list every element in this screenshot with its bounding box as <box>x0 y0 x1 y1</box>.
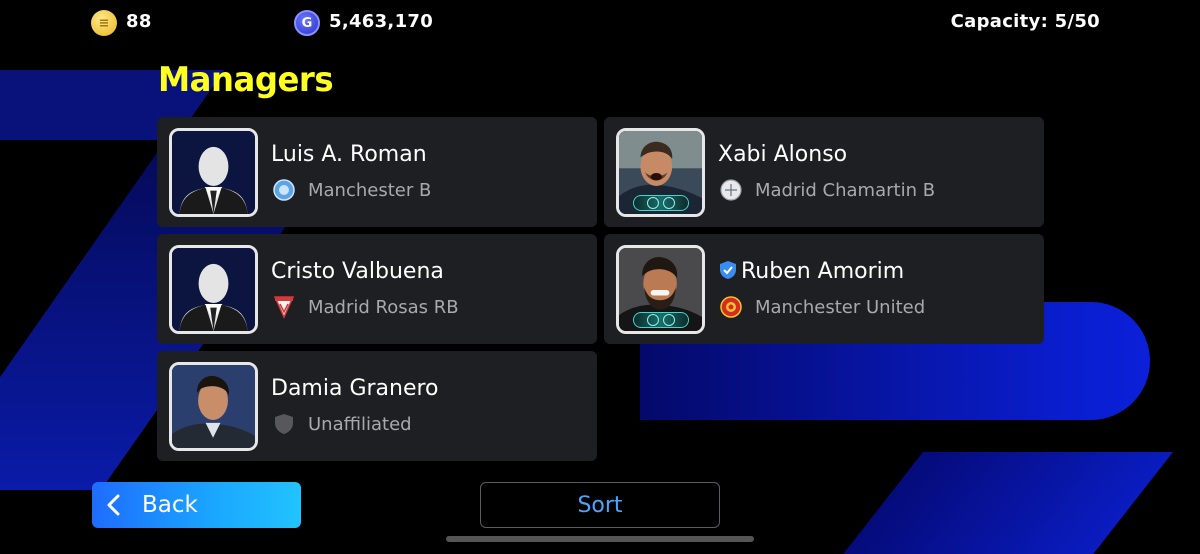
manager-portrait <box>169 362 258 451</box>
manager-badge <box>632 312 689 328</box>
back-button-label: Back <box>142 492 198 518</box>
manager-photo <box>172 365 255 448</box>
unaffiliated-shield-icon <box>275 414 293 434</box>
silhouette-icon <box>172 131 255 214</box>
chevron-left-icon <box>107 494 120 516</box>
manager-card[interactable]: Cristo Valbuena Madrid Rosas RB <box>157 234 597 344</box>
sort-button[interactable]: Sort <box>480 482 720 528</box>
manager-portrait <box>169 128 258 217</box>
manager-card[interactable]: Luis A. Roman Manchester B <box>157 117 597 227</box>
manchester-b-crest-icon <box>273 179 295 201</box>
ecoin-icon: ≡ <box>91 10 117 36</box>
manager-team: Manchester B <box>308 180 432 201</box>
manager-name: Damia Granero <box>271 376 439 401</box>
manager-card[interactable]: Xabi Alonso Madrid Chamartin B <box>604 117 1044 227</box>
manager-name: Ruben Amorim <box>718 259 904 284</box>
manager-name: Luis A. Roman <box>271 142 427 167</box>
manager-name: Cristo Valbuena <box>271 259 444 284</box>
capacity-label: Capacity: 5/50 <box>950 11 1100 32</box>
manager-team: Unaffiliated <box>308 414 412 435</box>
manager-name-text: Ruben Amorim <box>741 259 905 284</box>
verified-icon <box>720 261 736 279</box>
page-title: Managers <box>158 60 334 100</box>
bg-stripe <box>837 452 1173 554</box>
manager-card[interactable]: Damia Granero Unaffiliated <box>157 351 597 461</box>
manager-team: Madrid Rosas RB <box>308 297 459 318</box>
manchester-united-crest-icon <box>720 296 742 318</box>
home-indicator[interactable] <box>446 536 754 542</box>
silhouette-icon <box>172 248 255 331</box>
manager-card[interactable]: Ruben Amorim Manchester United <box>604 234 1044 344</box>
sort-button-label: Sort <box>577 492 623 518</box>
manager-name: Xabi Alonso <box>718 142 848 167</box>
manager-portrait <box>616 128 705 217</box>
gp-icon: G <box>294 10 320 36</box>
madrid-chamartin-b-crest-icon <box>720 179 742 201</box>
manager-badge <box>632 195 689 211</box>
gp-count: 5,463,170 <box>329 11 434 32</box>
back-button[interactable]: Back <box>92 482 301 528</box>
madrid-rosas-rb-crest-icon <box>273 296 295 319</box>
manager-portrait <box>616 245 705 334</box>
top-bar: ≡ 88 G 5,463,170 Capacity: 5/50 <box>0 0 1200 46</box>
coins-count: 88 <box>126 11 152 32</box>
manager-team: Madrid Chamartin B <box>755 180 936 201</box>
manager-portrait <box>169 245 258 334</box>
manager-team: Manchester United <box>755 297 926 318</box>
